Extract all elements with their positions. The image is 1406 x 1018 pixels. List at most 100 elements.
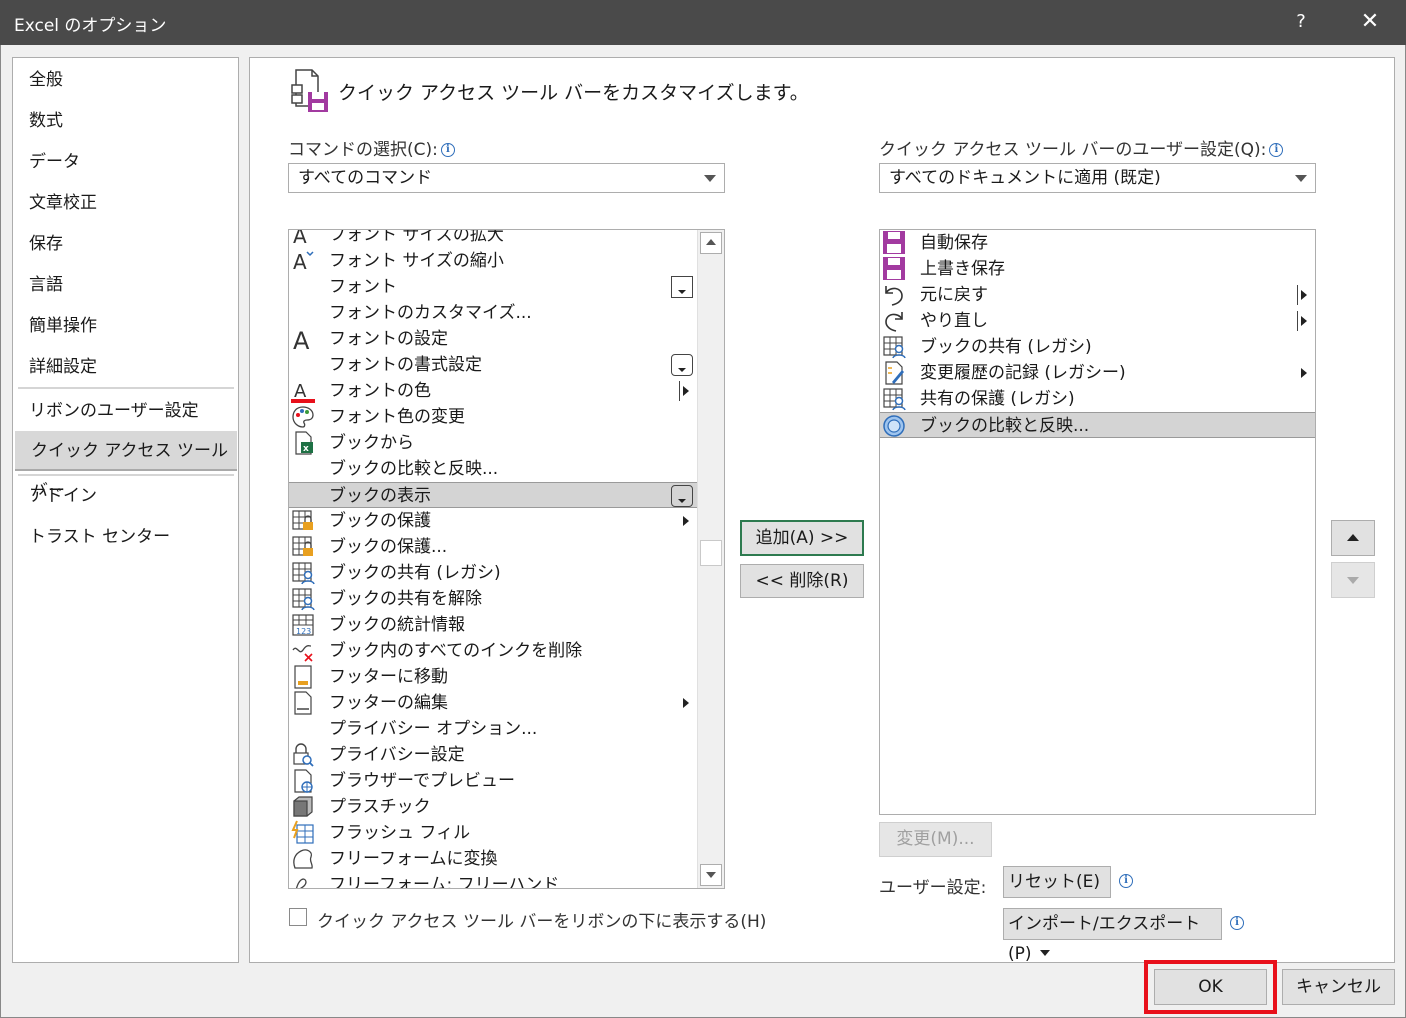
list-item-label: フォント サイズの縮小 bbox=[329, 251, 504, 271]
list-item[interactable]: フリーフォーム: フリーハンド bbox=[289, 872, 697, 888]
list-item[interactable]: ブックの表示 bbox=[289, 482, 697, 508]
nav-item-advanced[interactable]: 詳細設定 bbox=[13, 347, 238, 387]
flash-fill-icon bbox=[291, 820, 315, 846]
list-item[interactable]: 123 ブックの統計情報 bbox=[289, 612, 697, 638]
info-icon: i bbox=[1269, 143, 1284, 157]
nav-item-proofing[interactable]: 文章校正 bbox=[13, 183, 238, 223]
remove-button[interactable]: << 削除(R) bbox=[740, 564, 864, 598]
list-item-label: ブックの比較と反映... bbox=[329, 459, 499, 479]
list-item[interactable]: フォント bbox=[289, 274, 697, 300]
qat-list[interactable]: 自動保存 上書き保存元に戻すやり直しブックの共有 (レガシ) 変更履歴の記録 (レガ… bbox=[879, 229, 1316, 815]
info-icon: i bbox=[1119, 874, 1133, 888]
list-item[interactable]: ブックの共有 (レガシ) bbox=[289, 560, 697, 586]
scroll-thumb[interactable] bbox=[700, 540, 722, 566]
nav-item-trust-center[interactable]: トラスト センター bbox=[13, 517, 238, 557]
commands-dropdown[interactable]: すべてのコマンド bbox=[288, 163, 725, 193]
modify-button[interactable]: 変更(M)... bbox=[879, 822, 992, 857]
font-shrink-icon: A bbox=[291, 248, 315, 274]
list-item-label: フォントの色 bbox=[329, 381, 431, 401]
nav-item-save[interactable]: 保存 bbox=[13, 224, 238, 264]
share-workbook-icon bbox=[882, 334, 906, 360]
list-item[interactable]: プラスチック bbox=[289, 794, 697, 820]
svg-text:x: x bbox=[303, 444, 309, 454]
qat-customize-label: クイック アクセス ツール バーのユーザー設定(Q): i bbox=[879, 135, 1284, 160]
qat-scope-dropdown[interactable]: すべてのドキュメントに適用 (既定) bbox=[879, 163, 1316, 193]
list-item[interactable]: 共有の保護 (レガシ) bbox=[880, 386, 1315, 412]
help-icon[interactable]: ? bbox=[1288, 8, 1314, 36]
split-arrow-icon bbox=[1297, 285, 1309, 305]
undo-icon bbox=[882, 282, 906, 308]
share-workbook-icon bbox=[291, 586, 315, 612]
list-item-label: プライバシー オプション... bbox=[329, 719, 538, 739]
cancel-button[interactable]: キャンセル bbox=[1282, 969, 1395, 1005]
list-item[interactable]: ブックの比較と反映... bbox=[289, 456, 697, 482]
list-item[interactable]: x ブックから bbox=[289, 430, 697, 456]
show-below-ribbon-checkbox[interactable] bbox=[289, 908, 307, 926]
list-item[interactable]: フォントの書式設定 bbox=[289, 352, 697, 378]
list-item-label: ブックの共有 (レガシ) bbox=[920, 337, 1092, 357]
list-item[interactable]: ブックの保護 bbox=[289, 508, 697, 534]
list-item[interactable]: 元に戻す bbox=[880, 282, 1315, 308]
list-item[interactable]: ブラウザーでプレビュー bbox=[289, 768, 697, 794]
list-item[interactable]: A フォントの設定 bbox=[289, 326, 697, 355]
import-export-dropdown-button[interactable]: インポート/エクスポート(P) bbox=[1003, 908, 1222, 964]
commands-scrollbar[interactable] bbox=[697, 230, 724, 888]
list-item[interactable]: フッターに移動 bbox=[289, 664, 697, 690]
svg-text:A: A bbox=[293, 229, 307, 248]
nav-item-data[interactable]: データ bbox=[13, 142, 238, 182]
commands-list[interactable]: A フォント サイズの拡大 A フォント サイズの縮小 フォント フォントのカスタマイズ.… bbox=[288, 229, 725, 889]
list-item[interactable]: ブックの比較と反映... bbox=[880, 412, 1315, 438]
nav-item-general[interactable]: 全般 bbox=[13, 60, 238, 100]
move-down-button[interactable] bbox=[1331, 562, 1375, 598]
list-item[interactable]: 自動保存 bbox=[880, 230, 1315, 256]
arrow-down-icon bbox=[1347, 577, 1359, 584]
commands-label: コマンドの選択(C): i bbox=[288, 135, 455, 160]
nav-item-formulas[interactable]: 数式 bbox=[13, 101, 238, 141]
blank-icon bbox=[291, 274, 315, 300]
scroll-up-button[interactable] bbox=[700, 232, 722, 254]
reset-dropdown-button[interactable]: リセット(E) bbox=[1003, 866, 1111, 914]
list-item-label: 元に戻す bbox=[920, 285, 988, 305]
list-item[interactable]: A フォント サイズの拡大 bbox=[289, 229, 697, 248]
blank-icon bbox=[291, 456, 315, 482]
nav-item-quick-access-toolbar[interactable]: クイック アクセス ツール バー bbox=[15, 431, 237, 501]
statistics-icon: 123 bbox=[291, 612, 315, 638]
list-item[interactable]: フッターの編集 bbox=[289, 690, 697, 716]
nav-item-language[interactable]: 言語 bbox=[13, 265, 238, 305]
close-icon[interactable]: ✕ bbox=[1356, 8, 1384, 36]
list-item-label: ブックの共有 (レガシ) bbox=[329, 563, 501, 583]
list-item[interactable]: ブックの共有 (レガシ) bbox=[880, 334, 1315, 360]
list-item[interactable]: 上書き保存 bbox=[880, 256, 1315, 282]
chevron-down-icon bbox=[704, 175, 716, 182]
list-item[interactable]: やり直し bbox=[880, 308, 1315, 334]
add-button[interactable]: 追加(A) >> bbox=[740, 520, 864, 556]
page-heading: クイック アクセス ツール バーをカスタマイズします。 bbox=[338, 82, 809, 104]
list-item[interactable]: A フォントの色 bbox=[289, 378, 697, 404]
list-item[interactable]: フォント色の変更 bbox=[289, 404, 697, 430]
list-item[interactable]: フラッシュ フィル bbox=[289, 820, 697, 846]
options-nav: 全般 数式 データ 文章校正 保存 言語 簡単操作 詳細設定 リボンのユーザー設… bbox=[12, 57, 239, 963]
list-item[interactable]: ブック内のすべてのインクを削除 bbox=[289, 638, 697, 664]
list-item-label: ブックの比較と反映... bbox=[920, 416, 1090, 436]
list-item[interactable]: ブックの保護... bbox=[289, 534, 697, 560]
list-item-label: フォントの設定 bbox=[329, 329, 448, 349]
list-item[interactable]: フォントのカスタマイズ... bbox=[289, 300, 697, 326]
move-up-button[interactable] bbox=[1331, 520, 1375, 556]
list-item[interactable]: A フォント サイズの縮小 bbox=[289, 248, 697, 274]
list-item[interactable]: プライバシー オプション... bbox=[289, 716, 697, 742]
compare-merge-icon bbox=[882, 413, 906, 439]
nav-item-accessibility[interactable]: 簡単操作 bbox=[13, 306, 238, 346]
list-item-label: 変更履歴の記録 (レガシー) bbox=[920, 363, 1126, 383]
show-below-ribbon-label[interactable]: クイック アクセス ツール バーをリボンの下に表示する(H) bbox=[317, 907, 766, 932]
list-item-label: フリーフォームに変換 bbox=[329, 849, 498, 869]
list-item[interactable]: フリーフォームに変換 bbox=[289, 846, 697, 872]
list-item[interactable]: ブックの共有を解除 bbox=[289, 586, 697, 612]
blank-icon bbox=[291, 483, 315, 509]
nav-item-addins[interactable]: アドイン bbox=[13, 476, 238, 516]
scroll-down-button[interactable] bbox=[700, 864, 722, 886]
list-item[interactable]: プライバシー設定 bbox=[289, 742, 697, 768]
list-item-label: ブックから bbox=[329, 433, 414, 453]
svg-text:A: A bbox=[293, 250, 307, 274]
nav-item-customize-ribbon[interactable]: リボンのユーザー設定 bbox=[13, 391, 238, 431]
list-item[interactable]: 変更履歴の記録 (レガシー) bbox=[880, 360, 1315, 386]
